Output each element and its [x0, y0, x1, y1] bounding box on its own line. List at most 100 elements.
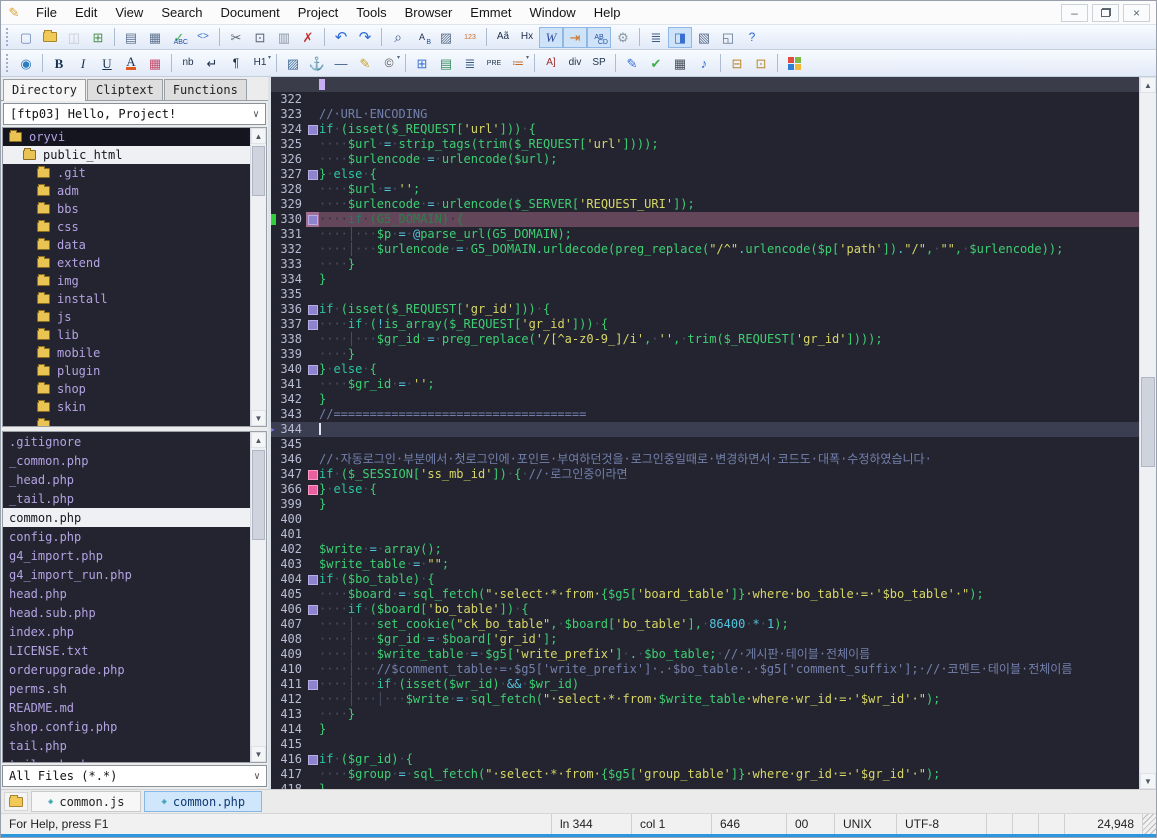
- fold-marker[interactable]: [306, 167, 319, 182]
- menu-emmet[interactable]: Emmet: [461, 2, 520, 23]
- font-color-button[interactable]: A: [119, 53, 143, 74]
- span-tag-button[interactable]: SP: [587, 53, 611, 74]
- code-line-400[interactable]: 400: [271, 512, 1139, 527]
- preferences-button[interactable]: ⚙: [611, 27, 635, 48]
- file-item-common-php[interactable]: common.php: [3, 508, 266, 527]
- code-line-340[interactable]: 340}·else·{: [271, 362, 1139, 377]
- close-button[interactable]: ×: [1123, 4, 1150, 22]
- context-help-button[interactable]: ?: [740, 27, 764, 48]
- insert-sequence-button[interactable]: 123: [458, 27, 482, 48]
- file-item--head-php[interactable]: _head.php: [3, 470, 266, 489]
- code-line-410[interactable]: 410····│···//$comment_table·=·$g5['write…: [271, 662, 1139, 677]
- tree-item-adm[interactable]: adm: [3, 182, 266, 200]
- code-line-347[interactable]: 347if·($_SESSION['ss_mb_id'])·{·//·로그인중이…: [271, 467, 1139, 482]
- convert-case-button[interactable]: Aã: [491, 27, 515, 48]
- tree-item-js[interactable]: js: [3, 308, 266, 326]
- scroll-down-arrow[interactable]: ▼: [251, 410, 266, 426]
- area-tag-button[interactable]: A]: [539, 53, 563, 74]
- spell-check-button[interactable]: ✓ABC: [167, 27, 191, 48]
- code-line-342[interactable]: 342}: [271, 392, 1139, 407]
- code-line-346[interactable]: 346//·자동로그인·부분에서·첫로그인에·포인트·부여하던것을·로그인중일때…: [271, 452, 1139, 467]
- heading-tag-button[interactable]: H1▾: [248, 53, 272, 74]
- file-item-perms-sh[interactable]: perms.sh: [3, 679, 266, 698]
- marker-pen-button[interactable]: ✎: [353, 53, 377, 74]
- file-item-head-php[interactable]: head.php: [3, 584, 266, 603]
- code-line-333[interactable]: 333····}: [271, 257, 1139, 272]
- open-file-button[interactable]: [38, 27, 62, 48]
- code-line-366[interactable]: 366}·else·{: [271, 482, 1139, 497]
- file-item-tail-php[interactable]: tail.php: [3, 736, 266, 755]
- file-item-LICENSE-txt[interactable]: LICENSE.txt: [3, 641, 266, 660]
- code-line-330[interactable]: 330····if·(G5_DOMAIN)·{: [271, 212, 1139, 227]
- fold-marker[interactable]: [306, 677, 319, 692]
- align-right-button[interactable]: ≣: [458, 53, 482, 74]
- scroll-thumb[interactable]: [252, 450, 265, 540]
- fold-marker[interactable]: [306, 212, 319, 227]
- menu-view[interactable]: View: [106, 2, 152, 23]
- file-item--common-php[interactable]: _common.php: [3, 451, 266, 470]
- code-line-338[interactable]: 338····│···$gr_id·=·preg_replace('/[^a-z…: [271, 332, 1139, 347]
- file-item-config-php[interactable]: config.php: [3, 527, 266, 546]
- scroll-up-arrow[interactable]: ▲: [1140, 77, 1156, 93]
- directory-panel-button[interactable]: ◨: [668, 27, 692, 48]
- project-selector[interactable]: [ftp03] Hello, Project! ∨: [3, 103, 266, 125]
- file-item-orderupgrade-php[interactable]: orderupgrade.php: [3, 660, 266, 679]
- menu-search[interactable]: Search: [152, 2, 211, 23]
- auto-complete-button[interactable]: ABCD: [587, 27, 611, 48]
- anchor-tag-button[interactable]: ⚓: [305, 53, 329, 74]
- code-line-322[interactable]: 322: [271, 92, 1139, 107]
- tab-cliptext[interactable]: Cliptext: [87, 79, 163, 100]
- doc-tab-common-php[interactable]: ◈ common.php: [144, 791, 262, 812]
- windows-colors-button[interactable]: [782, 53, 806, 74]
- menu-browser[interactable]: Browser: [396, 2, 462, 23]
- file-item-index-php[interactable]: index.php: [3, 622, 266, 641]
- file-item-tail-sub-php[interactable]: tail.sub.php: [3, 755, 266, 763]
- view-in-browser-button[interactable]: ◱: [716, 27, 740, 48]
- menu-tools[interactable]: Tools: [347, 2, 395, 23]
- menu-edit[interactable]: Edit: [66, 2, 106, 23]
- fold-marker[interactable]: [306, 362, 319, 377]
- scroll-thumb[interactable]: [252, 146, 265, 196]
- code-line-404[interactable]: 404if·($bo_table)·{: [271, 572, 1139, 587]
- code-line-325[interactable]: 325····$url·=·strip_tags(trim($_REQUEST[…: [271, 137, 1139, 152]
- scroll-thumb[interactable]: [1141, 377, 1155, 467]
- bold-button[interactable]: B: [47, 53, 71, 74]
- find-in-files-button[interactable]: ▨: [434, 27, 458, 48]
- find-button[interactable]: ⌕: [386, 27, 410, 48]
- new-document-button[interactable]: ▢: [14, 27, 38, 48]
- redo-button[interactable]: ↷: [353, 27, 377, 48]
- code-line-329[interactable]: 329····$urlencode·=·urlencode($_SERVER['…: [271, 197, 1139, 212]
- tree-item-lib[interactable]: lib: [3, 326, 266, 344]
- code-line-409[interactable]: 409····│···$write_table·=·$g5['write_pre…: [271, 647, 1139, 662]
- undo-button[interactable]: ↶: [329, 27, 353, 48]
- tree-item-data[interactable]: data: [3, 236, 266, 254]
- sound-tag-button[interactable]: ♪: [692, 53, 716, 74]
- tree-item-public_html[interactable]: public_html: [3, 146, 266, 164]
- code-line-401[interactable]: 401: [271, 527, 1139, 542]
- special-character-button[interactable]: ©▾: [377, 53, 401, 74]
- copy-button[interactable]: ⊡: [248, 27, 272, 48]
- code-line-406[interactable]: 406····if·($board['bo_table'])·{: [271, 602, 1139, 617]
- tree-item-plugin[interactable]: plugin: [3, 362, 266, 380]
- image-tag-button[interactable]: ▨: [281, 53, 305, 74]
- paragraph-tag-button[interactable]: ¶: [224, 53, 248, 74]
- fold-marker[interactable]: [306, 752, 319, 767]
- code-line-413[interactable]: 413····}: [271, 707, 1139, 722]
- file-item-README-md[interactable]: README.md: [3, 698, 266, 717]
- html-tags-button[interactable]: <>: [191, 27, 215, 48]
- fold-marker[interactable]: [306, 317, 319, 332]
- output-window-button[interactable]: ▧: [692, 27, 716, 48]
- pre-tag-button[interactable]: PRE: [482, 53, 506, 74]
- tree-item-oryvi[interactable]: oryvi: [3, 128, 266, 146]
- file-item-head-sub-php[interactable]: head.sub.php: [3, 603, 266, 622]
- scroll-down-arrow[interactable]: ▼: [1140, 773, 1156, 789]
- menu-project[interactable]: Project: [289, 2, 347, 23]
- folder-button[interactable]: [4, 792, 28, 811]
- code-line-344[interactable]: ▶344: [271, 422, 1139, 437]
- menu-window[interactable]: Window: [520, 2, 584, 23]
- restore-button[interactable]: [1092, 4, 1119, 22]
- document-list-button[interactable]: ≣: [644, 27, 668, 48]
- code-line-414[interactable]: 414}: [271, 722, 1139, 737]
- tree-item-extend[interactable]: extend: [3, 254, 266, 272]
- fold-marker[interactable]: [306, 482, 319, 497]
